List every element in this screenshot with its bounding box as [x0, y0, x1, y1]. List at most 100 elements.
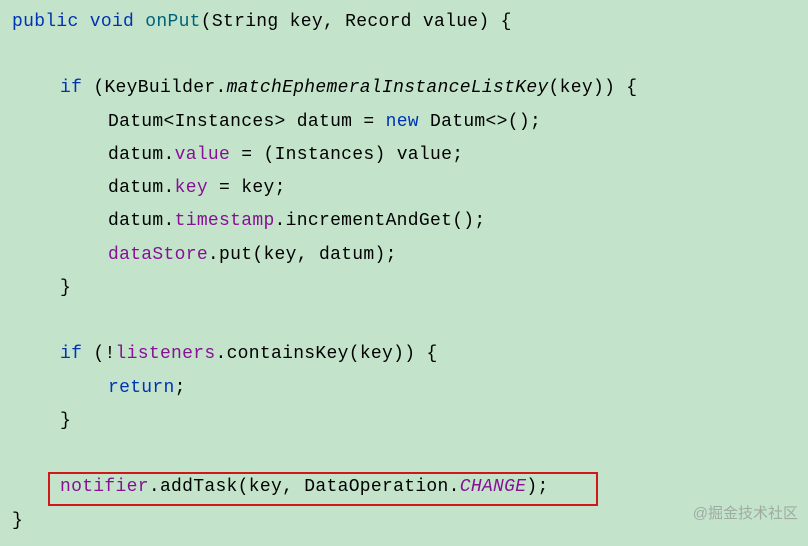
close-paren: ) [393, 344, 404, 364]
code-line: } [12, 505, 808, 538]
keyword-public: public [12, 12, 79, 32]
close-paren: ) [404, 344, 415, 364]
watermark-text: @掘金技术社区 [693, 500, 798, 528]
parens: () [452, 211, 474, 231]
close-brace: } [60, 411, 71, 431]
keyword-return: return [108, 378, 175, 398]
open-paren: ( [349, 344, 360, 364]
code-line: } [12, 272, 808, 305]
arg-key: key [560, 78, 593, 98]
type-instances: Instances [275, 145, 375, 165]
semi: ; [386, 245, 397, 265]
var-datum: datum [297, 112, 353, 132]
field-datastore: dataStore [108, 245, 208, 265]
code-editor-viewport: public void onPut(String key, Record val… [0, 0, 808, 538]
close-paren: ) [604, 78, 615, 98]
method-put: put [219, 245, 252, 265]
code-line: Datum<Instances> datum = new Datum<>(); [12, 106, 808, 139]
space [415, 344, 426, 364]
assign: = [208, 178, 241, 198]
semi: ; [474, 211, 485, 231]
semi: ; [530, 112, 541, 132]
close-brace: } [60, 278, 71, 298]
arg-key: key [249, 477, 282, 497]
dot: . [208, 245, 219, 265]
method-name: onPut [145, 12, 201, 32]
dot: . [215, 344, 226, 364]
open-brace: { [626, 78, 637, 98]
comma: , [282, 477, 304, 497]
var-datum: datum [108, 211, 164, 231]
semi: ; [275, 178, 286, 198]
assign: = [230, 145, 263, 165]
var-datum: datum [108, 145, 164, 165]
type-record: Record [345, 12, 412, 32]
field-value: value [175, 145, 231, 165]
empty-line [12, 305, 808, 338]
code-line: if (KeyBuilder.matchEphemeralInstanceLis… [12, 72, 808, 105]
close-paren: ) [374, 145, 385, 165]
dot: . [275, 211, 286, 231]
semi: ; [175, 378, 186, 398]
var-datum: datum [108, 178, 164, 198]
empty-line [12, 438, 808, 471]
arg-datum: datum [319, 245, 375, 265]
code-line: if (!listeners.containsKey(key)) { [12, 338, 808, 371]
type-datum: Datum [108, 112, 164, 132]
code-line: dataStore.put(key, datum); [12, 239, 808, 272]
keyword-new: new [386, 112, 419, 132]
code-line: } [12, 405, 808, 438]
keyword-void: void [90, 12, 134, 32]
code-line: datum.key = key; [12, 172, 808, 205]
type-dataoperation: DataOperation [304, 477, 448, 497]
field-notifier: notifier [60, 477, 149, 497]
space [419, 112, 430, 132]
dot: . [215, 78, 226, 98]
field-timestamp: timestamp [175, 211, 275, 231]
keyword-if: if [60, 78, 82, 98]
open-brace: { [501, 12, 512, 32]
space [82, 78, 93, 98]
arg-key: key [360, 344, 393, 364]
close-paren: ) [526, 477, 537, 497]
static-method: matchEphemeralInstanceListKey [227, 78, 549, 98]
space [386, 145, 397, 165]
space [79, 12, 90, 32]
param-value: value [423, 12, 479, 32]
code-line: datum.timestamp.incrementAndGet(); [12, 205, 808, 238]
semi: ; [452, 145, 463, 165]
method-containskey: containsKey [227, 344, 349, 364]
space [615, 78, 626, 98]
dot: . [164, 178, 175, 198]
code-line: return; [12, 372, 808, 405]
field-listeners: listeners [116, 344, 216, 364]
code-line-highlighted: notifier.addTask(key, DataOperation.CHAN… [12, 471, 808, 504]
space [82, 344, 93, 364]
space [286, 112, 297, 132]
comma: , [323, 12, 345, 32]
open-paren: ( [263, 145, 274, 165]
parens: () [508, 112, 530, 132]
dot: . [449, 477, 460, 497]
close-paren: ) [478, 12, 489, 32]
open-paren: ( [93, 344, 104, 364]
close-brace: } [12, 511, 23, 531]
const-change: CHANGE [460, 477, 527, 497]
empty-line [12, 39, 808, 72]
semi: ; [537, 477, 548, 497]
param-key: key [290, 12, 323, 32]
space [279, 12, 290, 32]
var-value: value [397, 145, 453, 165]
var-key: key [241, 178, 274, 198]
keyword-if: if [60, 344, 82, 364]
arg-key: key [263, 245, 296, 265]
open-paren: ( [238, 477, 249, 497]
space [490, 12, 501, 32]
type-datum: Datum [430, 112, 486, 132]
dot: . [149, 477, 160, 497]
diamond: <> [486, 112, 508, 132]
not-operator: ! [104, 344, 115, 364]
comma: , [297, 245, 319, 265]
type-string: String [212, 12, 279, 32]
open-paren: ( [201, 12, 212, 32]
